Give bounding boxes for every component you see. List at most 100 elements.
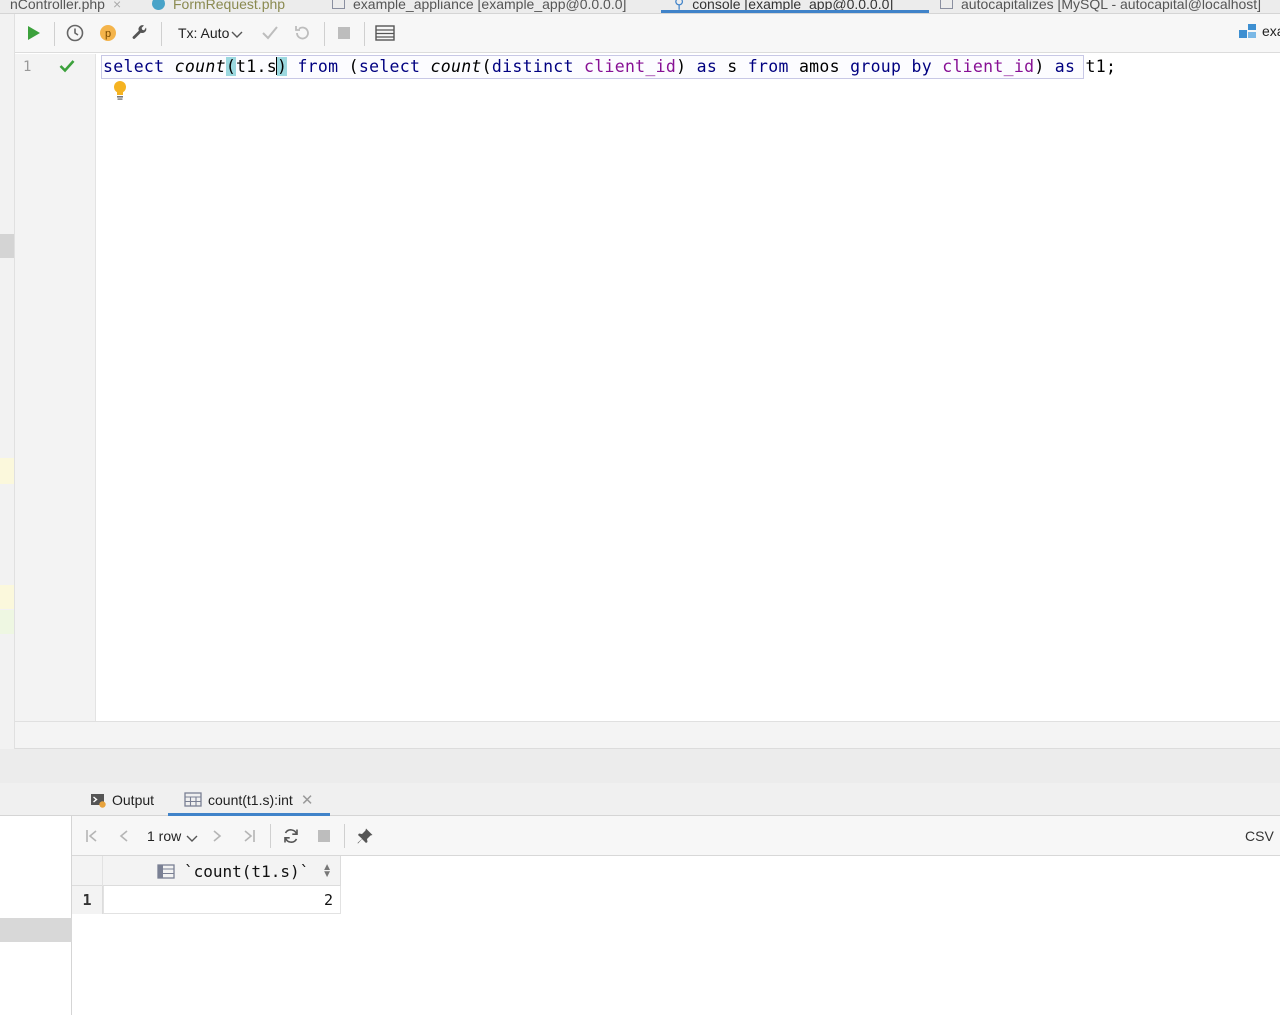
toolbar-separator xyxy=(344,824,345,848)
sql-keyword: distinct xyxy=(491,57,574,76)
grid-header: `count(t1.s)` ▲ ▼ xyxy=(72,856,341,886)
next-page-icon[interactable] xyxy=(207,826,227,846)
sql-keyword: from xyxy=(297,57,339,76)
database-ide-window: nController.php × FormRequest.php exampl… xyxy=(0,0,1280,1015)
tab-label: count(t1.s):int xyxy=(208,791,293,808)
results-toolbar: 1 row CSV xyxy=(72,816,1280,856)
toolbar-separator xyxy=(161,22,162,46)
sql-keyword: select xyxy=(358,57,421,76)
sql-keyword: group xyxy=(850,57,902,76)
pin-tab-icon[interactable] xyxy=(355,826,375,846)
check-icon xyxy=(59,59,75,78)
row-count-dropdown[interactable]: 1 row xyxy=(147,828,181,844)
sql-query-line[interactable]: select count(t1.s) from (select count(di… xyxy=(103,57,1116,76)
datasource-label: exa xyxy=(1262,23,1280,39)
services-sidebar xyxy=(0,783,72,1015)
sql-keyword: as xyxy=(1054,57,1076,76)
tab-label: FormRequest.php xyxy=(173,0,286,12)
sql-column: client_id xyxy=(942,57,1035,76)
row-number-header[interactable] xyxy=(72,856,103,886)
settings-wrench-icon[interactable] xyxy=(129,22,151,44)
table-icon xyxy=(332,0,345,9)
selected-sidebar-item[interactable] xyxy=(0,918,72,942)
sidebar-header xyxy=(0,783,72,816)
tab-query-result[interactable]: count(t1.s):int ✕ xyxy=(184,783,313,816)
lightbulb-icon[interactable] xyxy=(113,80,127,105)
results-tab-bar: Output count(t1.s):int ✕ xyxy=(72,783,1280,816)
left-margin-strip xyxy=(0,14,15,749)
stop-icon[interactable] xyxy=(314,826,334,846)
table-layout-icon[interactable] xyxy=(374,22,396,44)
toolbar-separator xyxy=(324,22,325,46)
table-icon xyxy=(184,792,202,807)
commit-icon[interactable] xyxy=(259,22,281,44)
sql-editor[interactable]: select count(t1.s) from (select count(di… xyxy=(96,54,1280,721)
close-icon[interactable]: × xyxy=(113,0,121,12)
editor-tab-strip: nController.php × FormRequest.php exampl… xyxy=(0,0,1280,14)
chevron-down-icon[interactable] xyxy=(186,830,198,848)
chevron-down-icon[interactable] xyxy=(231,26,243,44)
tab-label: example_appliance [example_app@0.0.0.0] xyxy=(353,0,627,12)
sql-paren: ( xyxy=(481,57,492,76)
close-icon[interactable]: ✕ xyxy=(301,791,314,809)
run-icon[interactable] xyxy=(23,22,45,44)
sql-paren: ) xyxy=(1034,57,1045,76)
sql-function: count xyxy=(174,57,226,76)
tab-label: nController.php xyxy=(10,0,105,12)
sql-paren: ) xyxy=(276,57,288,76)
sql-keyword: select xyxy=(103,57,165,76)
datasource-selector[interactable]: exa xyxy=(1238,23,1280,39)
parameters-icon[interactable]: p xyxy=(97,22,119,44)
rollback-icon[interactable] xyxy=(291,22,313,44)
console-toolbar: p Tx: Auto exa xyxy=(15,14,1280,53)
datasource-icon xyxy=(1239,24,1256,38)
sql-keyword: by xyxy=(911,57,932,76)
tab-label: Output xyxy=(112,791,155,808)
row-number[interactable]: 1 xyxy=(72,886,103,914)
php-class-icon xyxy=(152,0,165,10)
previous-page-icon[interactable] xyxy=(114,826,134,846)
line-number: 1 xyxy=(23,59,32,75)
stop-icon[interactable] xyxy=(333,22,355,44)
sql-alias: t1; xyxy=(1085,57,1117,76)
last-page-icon[interactable] xyxy=(239,826,259,846)
sql-function: count xyxy=(430,57,482,76)
transaction-mode-dropdown[interactable]: Tx: Auto xyxy=(178,25,229,41)
column-header-label: `count(t1.s)` xyxy=(184,861,310,881)
result-grid: `count(t1.s)` ▲ ▼ 1 2 xyxy=(72,856,1280,1015)
sql-column: client_id xyxy=(584,57,677,76)
refresh-icon[interactable] xyxy=(281,826,301,846)
tab-controller-php[interactable]: nController.php × xyxy=(4,0,127,13)
editor-gutter: 1 xyxy=(15,54,96,721)
table-icon xyxy=(940,0,953,9)
tab-label: autocapitalizes [MySQL - autocapital@loc… xyxy=(961,0,1262,12)
history-icon[interactable] xyxy=(64,22,86,44)
scroll-marker xyxy=(0,458,14,484)
scroll-marker xyxy=(0,234,14,258)
tab-output[interactable]: Output xyxy=(90,783,154,816)
column-icon xyxy=(157,863,175,879)
sql-keyword: as xyxy=(696,57,718,76)
tab-formrequest-php[interactable]: FormRequest.php xyxy=(146,0,291,13)
sort-icon[interactable]: ▲ ▼ xyxy=(322,863,332,880)
toolbar-separator xyxy=(270,824,271,848)
tab-example-appliance[interactable]: example_appliance [example_app@0.0.0.0] xyxy=(326,0,632,13)
editor-status-area xyxy=(15,721,1280,749)
tab-autocapitalizes[interactable]: autocapitalizes [MySQL - autocapital@loc… xyxy=(934,0,1267,13)
scroll-marker xyxy=(0,585,14,609)
panel-divider[interactable] xyxy=(0,749,1280,783)
output-icon xyxy=(90,792,106,808)
export-format-dropdown[interactable]: CSV xyxy=(1245,828,1274,844)
table-cell[interactable]: 2 xyxy=(103,886,341,914)
sql-alias: s xyxy=(727,57,738,76)
toolbar-separator xyxy=(364,22,365,46)
column-header[interactable]: `count(t1.s)` ▲ ▼ xyxy=(103,856,341,886)
table-row[interactable]: 1 2 xyxy=(72,886,341,914)
sql-identifier: t1.s xyxy=(236,57,277,76)
sql-paren: ( xyxy=(225,57,237,76)
sql-paren: ( xyxy=(348,57,359,76)
toolbar-separator xyxy=(54,22,55,46)
first-page-icon[interactable] xyxy=(82,826,102,846)
sql-keyword: from xyxy=(747,57,789,76)
scroll-marker xyxy=(0,610,14,634)
